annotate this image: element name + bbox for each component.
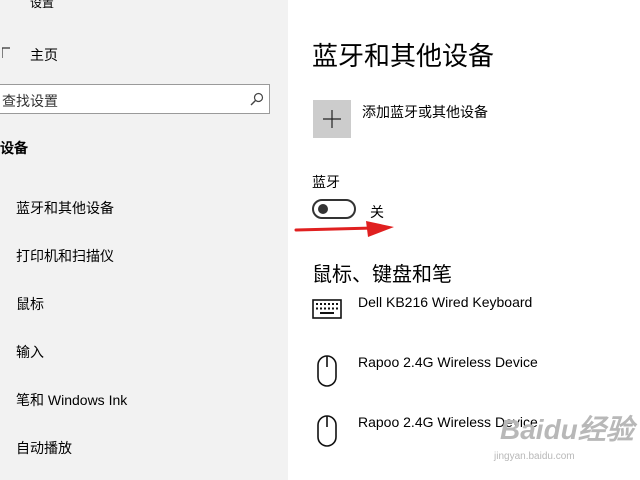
add-device-button[interactable] <box>313 100 351 138</box>
add-device-label[interactable]: 添加蓝牙或其他设备 <box>362 102 488 122</box>
mouse-icon <box>317 355 337 387</box>
sidebar-item-typing[interactable]: 输入 <box>0 326 288 374</box>
sidebar-item-label: 输入 <box>16 344 44 360</box>
bluetooth-label: 蓝牙 <box>312 174 340 190</box>
bluetooth-toggle[interactable] <box>312 199 356 219</box>
sidebar-item-label: 蓝牙和其他设备 <box>16 200 114 216</box>
device-name: Dell KB216 Wired Keyboard <box>358 294 533 310</box>
settings-sidebar: 设置 主页 查找设置 设备 蓝牙和其他设备 打印机和扫描仪 鼠标 输入 笔和 W… <box>0 0 288 480</box>
home-icon <box>2 47 10 58</box>
sidebar-item-printers[interactable]: 打印机和扫描仪 <box>0 230 288 278</box>
watermark-logo-text: Baidu经验 <box>500 414 634 445</box>
device-name: Rapoo 2.4G Wireless Device <box>358 354 538 370</box>
sidebar-item-label: 打印机和扫描仪 <box>16 248 114 264</box>
sidebar-item-mouse[interactable]: 鼠标 <box>0 278 288 326</box>
sidebar-item-autoplay[interactable]: 自动播放 <box>0 422 288 470</box>
plus-icon <box>323 110 341 128</box>
sidebar-item-pen[interactable]: 笔和 Windows Ink <box>0 374 288 422</box>
sidebar-item-label: 鼠标 <box>16 296 44 312</box>
red-arrow-annotation <box>294 221 394 237</box>
device-keyboard[interactable]: Dell KB216 Wired Keyboard <box>312 294 632 344</box>
search-icon[interactable] <box>250 92 264 106</box>
toggle-knob <box>318 204 328 214</box>
section-title-devices: 设备 <box>0 140 28 156</box>
sidebar-item-bluetooth[interactable]: 蓝牙和其他设备 <box>0 182 288 230</box>
page-title: 蓝牙和其他设备 <box>312 41 495 71</box>
watermark-url: jingyan.baidu.com <box>494 451 575 462</box>
sidebar-home-label: 主页 <box>30 47 58 63</box>
device-mouse-1[interactable]: Rapoo 2.4G Wireless Device <box>312 354 632 404</box>
keyboard-icon <box>312 299 342 319</box>
mouse-icon <box>317 415 337 447</box>
sidebar-item-label: 自动播放 <box>16 440 72 456</box>
peripherals-title: 鼠标、键盘和笔 <box>312 264 452 286</box>
search-placeholder: 查找设置 <box>2 93 58 109</box>
window-title: 设置 <box>30 0 55 10</box>
sidebar-item-label: 笔和 Windows Ink <box>16 392 128 408</box>
